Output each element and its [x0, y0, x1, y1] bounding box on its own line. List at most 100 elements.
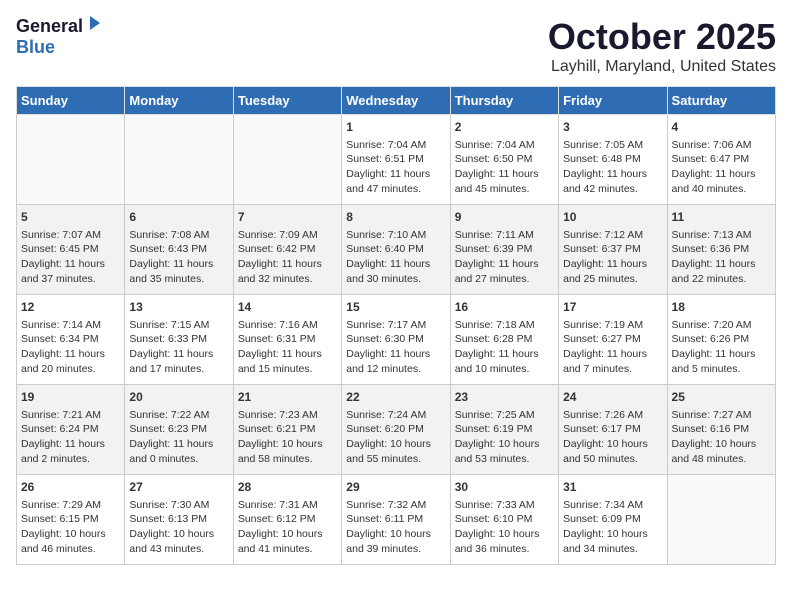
calendar-cell: 11Sunrise: 7:13 AMSunset: 6:36 PMDayligh…	[667, 205, 775, 295]
day-info: Daylight: 11 hours	[672, 257, 771, 272]
day-info: Sunset: 6:48 PM	[563, 152, 662, 167]
day-info: Sunrise: 7:05 AM	[563, 138, 662, 153]
day-info: Sunset: 6:43 PM	[129, 242, 228, 257]
day-info: Sunset: 6:51 PM	[346, 152, 445, 167]
day-info: Sunset: 6:39 PM	[455, 242, 554, 257]
calendar-cell: 19Sunrise: 7:21 AMSunset: 6:24 PMDayligh…	[17, 385, 125, 475]
day-info: Daylight: 11 hours	[455, 347, 554, 362]
day-number: 21	[238, 389, 337, 406]
calendar-cell	[17, 115, 125, 205]
day-info: and 12 minutes.	[346, 362, 445, 377]
day-number: 14	[238, 299, 337, 316]
day-info: Daylight: 11 hours	[129, 257, 228, 272]
calendar-cell: 2Sunrise: 7:04 AMSunset: 6:50 PMDaylight…	[450, 115, 558, 205]
day-info: and 50 minutes.	[563, 452, 662, 467]
day-number: 15	[346, 299, 445, 316]
day-info: Daylight: 11 hours	[346, 257, 445, 272]
day-info: and 42 minutes.	[563, 182, 662, 197]
day-info: and 37 minutes.	[21, 272, 120, 287]
day-info: and 0 minutes.	[129, 452, 228, 467]
day-number: 3	[563, 119, 662, 136]
day-info: and 53 minutes.	[455, 452, 554, 467]
day-number: 12	[21, 299, 120, 316]
header-day-tuesday: Tuesday	[233, 87, 341, 115]
calendar-week-2: 5 Sunrise: 7:07 AMSunset: 6:45 PM Daylight…	[17, 205, 776, 295]
day-info: and 40 minutes.	[672, 182, 771, 197]
day-info: Sunrise: 7:33 AM	[455, 498, 554, 513]
calendar-cell: 13Sunrise: 7:15 AMSunset: 6:33 PMDayligh…	[125, 295, 233, 385]
day-number: 27	[129, 479, 228, 496]
day-info: Sunrise: 7:14 AM	[21, 318, 120, 333]
logo-general-text: General	[16, 16, 83, 37]
calendar-cell: 29Sunrise: 7:32 AMSunset: 6:11 PMDayligh…	[342, 475, 450, 565]
month-title: October 2025	[548, 16, 776, 58]
day-info: Sunset: 6:34 PM	[21, 332, 120, 347]
day-number: 31	[563, 479, 662, 496]
day-info: Daylight: 10 hours	[455, 437, 554, 452]
day-info: Daylight: 11 hours	[21, 437, 120, 452]
day-info: Daylight: 10 hours	[21, 527, 120, 542]
day-info: and 45 minutes.	[455, 182, 554, 197]
header-day-friday: Friday	[559, 87, 667, 115]
header-day-sunday: Sunday	[17, 87, 125, 115]
day-info: Daylight: 11 hours	[563, 347, 662, 362]
day-info: Daylight: 10 hours	[129, 527, 228, 542]
day-info: and 32 minutes.	[238, 272, 337, 287]
day-number: 26	[21, 479, 120, 496]
day-number: 10	[563, 209, 662, 226]
day-number: 25	[672, 389, 771, 406]
day-info: Sunrise: 7:13 AM	[672, 228, 771, 243]
calendar-cell: 17Sunrise: 7:19 AMSunset: 6:27 PMDayligh…	[559, 295, 667, 385]
day-info: Daylight: 11 hours	[672, 167, 771, 182]
day-info: Sunset: 6:31 PM	[238, 332, 337, 347]
day-info: Daylight: 11 hours	[455, 257, 554, 272]
day-number: 20	[129, 389, 228, 406]
day-number: 9	[455, 209, 554, 226]
day-info: Sunset: 6:45 PM	[21, 242, 120, 257]
day-info: Sunrise: 7:07 AM	[21, 228, 120, 243]
day-number: 6	[129, 209, 228, 226]
day-info: and 47 minutes.	[346, 182, 445, 197]
day-number: 7	[238, 209, 337, 226]
logo-blue-text: Blue	[16, 37, 55, 57]
day-number: 28	[238, 479, 337, 496]
calendar-cell: 12 Sunrise: 7:14 AMSunset: 6:34 PMDayligh…	[17, 295, 125, 385]
day-info: Sunrise: 7:04 AM	[455, 138, 554, 153]
calendar-cell: 25Sunrise: 7:27 AMSunset: 6:16 PMDayligh…	[667, 385, 775, 475]
day-info: and 55 minutes.	[346, 452, 445, 467]
day-info: Sunrise: 7:34 AM	[563, 498, 662, 513]
day-info: and 17 minutes.	[129, 362, 228, 377]
day-info: Daylight: 11 hours	[238, 257, 337, 272]
day-info: Daylight: 11 hours	[563, 167, 662, 182]
calendar-cell: 20Sunrise: 7:22 AMSunset: 6:23 PMDayligh…	[125, 385, 233, 475]
day-info: Sunrise: 7:12 AM	[563, 228, 662, 243]
day-info: Sunrise: 7:06 AM	[672, 138, 771, 153]
logo: General Blue	[16, 16, 102, 58]
day-info: Daylight: 10 hours	[238, 527, 337, 542]
day-info: Sunset: 6:36 PM	[672, 242, 771, 257]
day-info: and 20 minutes.	[21, 362, 120, 377]
calendar-cell: 24Sunrise: 7:26 AMSunset: 6:17 PMDayligh…	[559, 385, 667, 475]
day-info: Sunrise: 7:19 AM	[563, 318, 662, 333]
day-info: and 39 minutes.	[346, 542, 445, 557]
day-info: and 5 minutes.	[672, 362, 771, 377]
day-info: Sunrise: 7:23 AM	[238, 408, 337, 423]
day-number: 2	[455, 119, 554, 136]
calendar-body: 1Sunrise: 7:04 AMSunset: 6:51 PMDaylight…	[17, 115, 776, 565]
day-number: 5	[21, 209, 120, 226]
day-info: and 58 minutes.	[238, 452, 337, 467]
day-info: Sunset: 6:09 PM	[563, 512, 662, 527]
day-info: Sunrise: 7:20 AM	[672, 318, 771, 333]
page-header: General Blue October 2025 Layhill, Maryl…	[16, 16, 776, 76]
day-info: and 43 minutes.	[129, 542, 228, 557]
day-info: Sunset: 6:47 PM	[672, 152, 771, 167]
day-info: Daylight: 11 hours	[21, 347, 120, 362]
day-info: Sunrise: 7:25 AM	[455, 408, 554, 423]
day-info: Sunset: 6:40 PM	[346, 242, 445, 257]
calendar-cell: 3 Sunrise: 7:05 AMSunset: 6:48 PMDaylight…	[559, 115, 667, 205]
day-info: Sunrise: 7:10 AM	[346, 228, 445, 243]
day-info: Sunset: 6:19 PM	[455, 422, 554, 437]
title-section: October 2025 Layhill, Maryland, United S…	[548, 16, 776, 76]
day-info: Sunset: 6:26 PM	[672, 332, 771, 347]
day-info: Daylight: 10 hours	[563, 437, 662, 452]
